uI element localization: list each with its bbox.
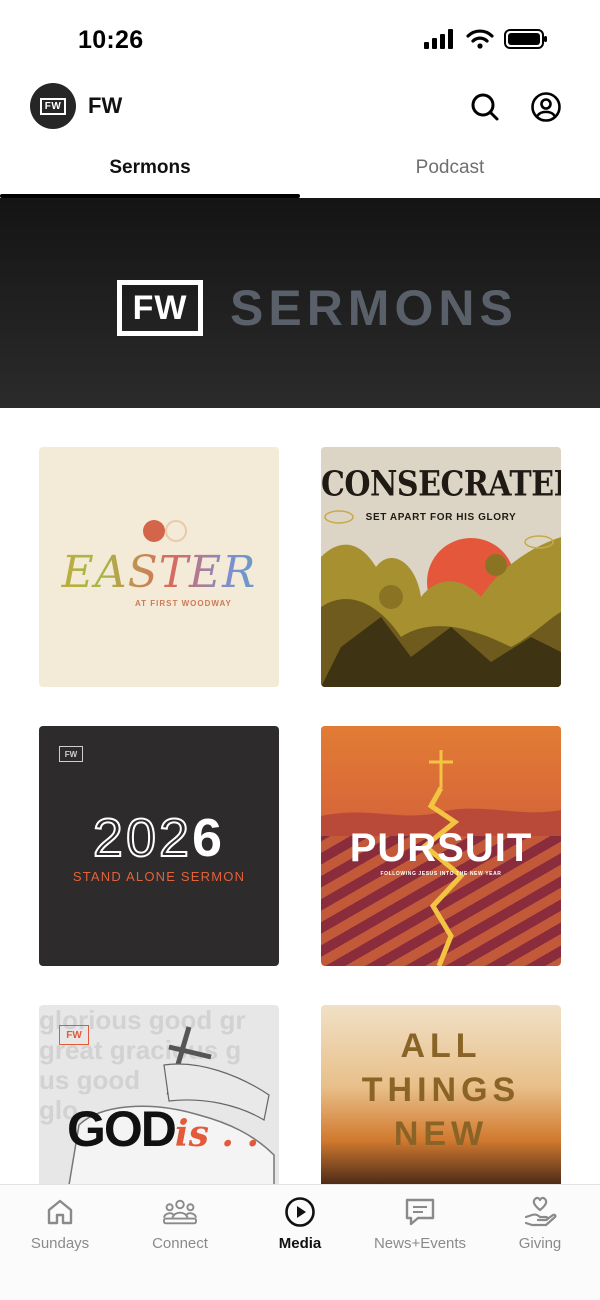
tab-podcast-label: Podcast: [415, 157, 485, 178]
app-logo[interactable]: FW: [30, 83, 76, 129]
consecrated-subtitle: SET APART FOR HIS GLORY: [365, 512, 517, 523]
message-icon: [403, 1195, 437, 1229]
nav-sundays[interactable]: Sundays: [0, 1185, 120, 1300]
series-card-god-is[interactable]: glorious good gr great gracious g us goo…: [39, 1005, 279, 1185]
sun-moon-graphic: [143, 520, 187, 542]
nav-news-events-label: News+Events: [373, 1235, 467, 1252]
nav-giving-label: Giving: [518, 1235, 562, 1252]
app-title: FW: [88, 93, 123, 118]
year-solid-part: 6: [192, 808, 226, 868]
year-outline-part-2: 2: [158, 807, 193, 869]
app-logo-text: FW: [40, 97, 66, 115]
status-bar: 10:26: [0, 0, 600, 80]
card-fw-logo: FW: [59, 746, 83, 762]
banner-title: SERMONS: [230, 280, 518, 336]
tab-sermons[interactable]: Sermons: [0, 140, 300, 198]
nav-giving[interactable]: Giving: [480, 1185, 600, 1300]
easter-title: EASTER: [39, 547, 279, 598]
all-things-new-line-3: NEW: [393, 1115, 489, 1153]
series-card-pursuit[interactable]: PURSUIT FOLLOWING JESUS INTO THE NEW YEA…: [321, 726, 561, 966]
series-card-all-things-new[interactable]: ALL THINGS NEW: [321, 1005, 561, 1185]
pursuit-subtitle: FOLLOWING JESUS INTO THE NEW YEAR: [380, 871, 502, 877]
profile-button[interactable]: [529, 90, 563, 124]
tab-podcast[interactable]: Podcast: [300, 140, 600, 198]
hand-heart-icon: [523, 1195, 557, 1229]
nav-connect[interactable]: Connect: [120, 1185, 240, 1300]
search-icon: [471, 93, 499, 121]
consecrated-title: CONSECRATED: [321, 464, 561, 505]
nav-connect-label: Connect: [152, 1235, 208, 1252]
banner-logo: FW: [117, 280, 203, 336]
year-outline-part: 20: [92, 807, 159, 869]
series-card-easter[interactable]: EASTER AT FIRST WOODWAY: [39, 447, 279, 687]
card-fw-logo-red: FW: [59, 1025, 89, 1045]
all-things-new-line-2: THINGS: [361, 1071, 521, 1109]
easter-subtitle: AT FIRST WOODWAY: [135, 599, 232, 608]
app-header: FW FW: [0, 80, 600, 134]
people-icon: [163, 1195, 197, 1229]
account-icon: [531, 92, 561, 122]
tab-sermons-label: Sermons: [109, 157, 191, 178]
god-is-title-main: GOD: [67, 1101, 177, 1157]
year-2026-title: 2026: [39, 807, 279, 869]
play-circle-icon: [283, 1195, 317, 1229]
nav-sundays-label: Sundays: [30, 1235, 90, 1252]
nav-news-events[interactable]: News+Events: [360, 1185, 480, 1300]
pursuit-title: PURSUIT: [349, 826, 533, 870]
status-time: 10:26: [78, 26, 144, 54]
god-is-title: GODis . . .: [67, 1100, 279, 1185]
search-button[interactable]: [468, 90, 502, 124]
tab-bar: Sermons Podcast: [0, 140, 600, 198]
signal-icon: [424, 29, 453, 49]
battery-icon: [504, 29, 547, 49]
all-things-new-line-1: ALL: [400, 1027, 482, 1065]
nav-media-label: Media: [278, 1235, 322, 1252]
home-icon: [43, 1195, 77, 1229]
stand-alone-sermon-label: STAND ALONE SERMON: [72, 869, 246, 884]
series-card-consecrated[interactable]: CONSECRATED SET APART FOR HIS GLORY: [321, 447, 561, 687]
series-card-2026[interactable]: FW 2026 STAND ALONE SERMON: [39, 726, 279, 966]
wifi-icon: [466, 29, 494, 49]
nav-media[interactable]: Media: [240, 1185, 360, 1300]
status-icons: [424, 28, 548, 50]
bottom-nav: Sundays Connect Media News+Events Giving: [0, 1184, 600, 1300]
sermons-banner: FW SERMONS: [0, 198, 600, 408]
